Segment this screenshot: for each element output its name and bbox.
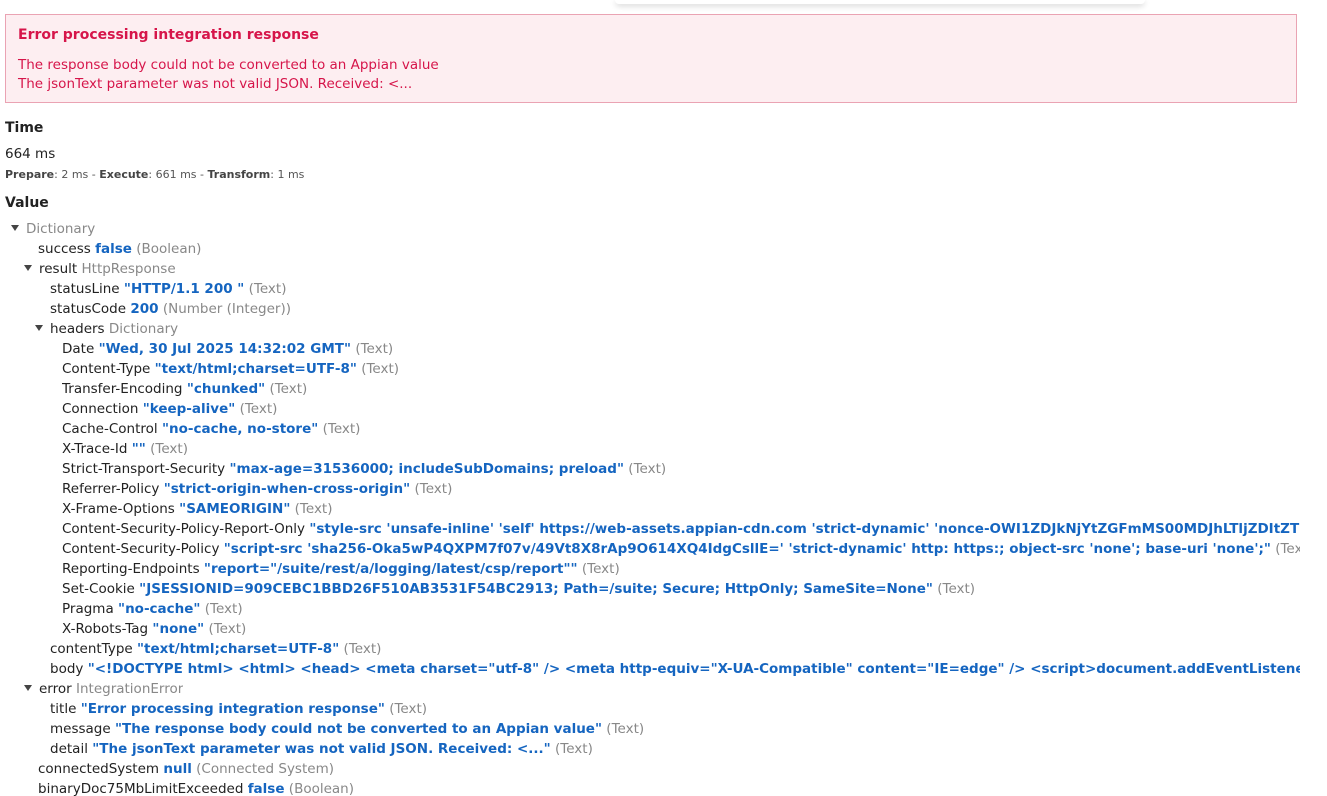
tree-row-header-csp: Content-Security-Policy "script-src 'sha… — [62, 541, 1300, 557]
tree-row-error-detail: detail "The jsonText parameter was not v… — [50, 741, 593, 757]
tree-row-header-date: Date "Wed, 30 Jul 2025 14:32:02 GMT" (Te… — [62, 341, 394, 357]
transform-value: : 1 ms — [270, 168, 305, 181]
tree-row-statusCode: statusCode 200 (Number (Integer)) — [50, 301, 291, 317]
tree-row-statusLine: statusLine "HTTP/1.1 200 " (Text) — [50, 281, 287, 297]
tree-row-header-x-trace-id: X-Trace-Id "" (Text) — [62, 441, 188, 457]
tree-row-body: body "<!DOCTYPE html> <html> <head> <met… — [50, 661, 1300, 677]
timing-breakdown: Prepare: 2 ms - Execute: 661 ms - Transf… — [5, 168, 304, 181]
error-banner: Error processing integration response Th… — [5, 14, 1297, 103]
tree-row-header-content-type: Content-Type "text/html;charset=UTF-8" (… — [62, 361, 400, 377]
tree-row-success: success false (Boolean) — [38, 241, 202, 257]
tree-row-connectedSystem: connectedSystem null (Connected System) — [38, 761, 334, 777]
execute-value: : 661 ms - — [148, 168, 208, 181]
caret-down-icon[interactable] — [11, 225, 19, 231]
tree-row-header-x-frame-options: X-Frame-Options "SAMEORIGIN" (Text) — [62, 501, 333, 517]
popup-edge-shadow — [615, 0, 1145, 4]
caret-down-icon[interactable] — [24, 685, 32, 691]
error-detail: The jsonText parameter was not valid JSO… — [18, 76, 413, 92]
tree-row-error-message: message "The response body could not be … — [50, 721, 645, 737]
tree-row-headers[interactable]: headers Dictionary — [35, 319, 178, 339]
tree-row-result[interactable]: result HttpResponse — [24, 259, 176, 279]
caret-down-icon[interactable] — [35, 325, 43, 331]
tree-row-binaryDoc75MbLimitExceeded: binaryDoc75MbLimitExceeded false (Boolea… — [38, 781, 354, 796]
tree-row-header-strict-transport-security: Strict-Transport-Security "max-age=31536… — [62, 461, 667, 477]
tree-row-header-x-robots-tag: X-Robots-Tag "none" (Text) — [62, 621, 247, 637]
tree-row-header-pragma: Pragma "no-cache" (Text) — [62, 601, 243, 617]
execute-label: Execute — [99, 168, 149, 181]
value-tree: Dictionary success false (Boolean) resul… — [0, 219, 1300, 796]
tree-row-header-cache-control: Cache-Control "no-cache, no-store" (Text… — [62, 421, 361, 437]
error-title: Error processing integration response — [18, 27, 319, 43]
tree-row-header-referrer-policy: Referrer-Policy "strict-origin-when-cros… — [62, 481, 453, 497]
time-heading: Time — [5, 120, 44, 136]
prepare-value: : 2 ms - — [54, 168, 100, 181]
transform-label: Transform — [207, 168, 271, 181]
caret-down-icon[interactable] — [24, 265, 32, 271]
tree-row-header-set-cookie: Set-Cookie "JSESSIONID=909CEBC1BBD26F510… — [62, 581, 976, 597]
tree-row-header-transfer-encoding: Transfer-Encoding "chunked" (Text) — [62, 381, 308, 397]
tree-root-dictionary[interactable]: Dictionary — [11, 219, 95, 239]
value-heading: Value — [5, 195, 49, 211]
tree-row-header-connection: Connection "keep-alive" (Text) — [62, 401, 278, 417]
tree-row-error-title: title "Error processing integration resp… — [50, 701, 428, 717]
prepare-label: Prepare — [5, 168, 55, 181]
time-total: 664 ms — [5, 146, 56, 162]
tree-row-header-csp-report-only: Content-Security-Policy-Report-Only "sty… — [62, 521, 1300, 537]
error-message: The response body could not be converted… — [18, 57, 439, 73]
tree-row-error[interactable]: error IntegrationError — [24, 679, 183, 699]
tree-row-contentType: contentType "text/html;charset=UTF-8" (T… — [50, 641, 382, 657]
tree-row-header-reporting-endpoints: Reporting-Endpoints "report="/suite/rest… — [62, 561, 620, 577]
